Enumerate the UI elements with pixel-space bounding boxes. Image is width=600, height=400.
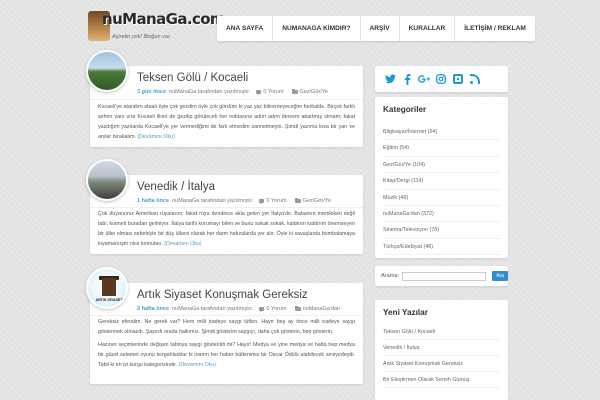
post-comments[interactable]: 0 Yorum bbox=[263, 89, 283, 95]
post-time: 2 hafta önce bbox=[137, 306, 170, 312]
folder-icon bbox=[294, 306, 301, 311]
category-item[interactable]: Eğitim (54) bbox=[383, 140, 501, 157]
category-item[interactable]: Bilgisayar/İnternet (64) bbox=[383, 124, 501, 141]
post-author: nuManaGa tarafından yazılmıştır. bbox=[169, 89, 251, 95]
category-item[interactable]: Gez/Gör/Ye (104) bbox=[383, 157, 501, 174]
post-meta: 1 hafta önce nuManaGa tarafından yazılmı… bbox=[137, 198, 331, 204]
category-item[interactable]: Sinema/Televizyon (78) bbox=[383, 222, 501, 239]
thumb-caption: ARTIK SİYASET bbox=[95, 298, 123, 302]
nav-home[interactable]: ANA SAYFA bbox=[217, 16, 274, 41]
divider bbox=[90, 207, 363, 208]
nav-contact[interactable]: İLETİŞİM / REKLAM bbox=[455, 16, 535, 41]
post-author: nuManaGa tarafından yazılmıştır. bbox=[172, 306, 254, 312]
site-header: nuManaGa.com Aşiretin yok! Bloğun var. A… bbox=[0, 0, 600, 55]
read-more-link[interactable]: (Devamını Oku) bbox=[137, 134, 174, 140]
post-card: ARTIK SİYASET Artık Siyaset Konuşmak Ger… bbox=[86, 267, 363, 384]
post-card: Teksen Gölü / Kocaeli 3 gün önce nuManaG… bbox=[86, 50, 363, 147]
read-more-link[interactable]: (Devamını Oku) bbox=[164, 241, 201, 247]
comment-icon bbox=[259, 307, 265, 312]
box-icon[interactable] bbox=[452, 73, 464, 85]
main-nav: ANA SAYFA NUMANAGA KİMDIR? ARŞİV KURALLA… bbox=[217, 16, 535, 41]
google-plus-icon[interactable] bbox=[418, 73, 430, 85]
divider bbox=[90, 99, 363, 100]
search-input[interactable] bbox=[402, 271, 487, 281]
post-excerpt: Çok duyarsınız Amerikan rüyalarını; faka… bbox=[98, 209, 355, 249]
post-thumbnail[interactable]: ARTIK SİYASET bbox=[86, 267, 128, 309]
post-title[interactable]: Venedik / İtalya bbox=[137, 181, 215, 193]
post-author: nuManaGa tarafından yazılmıştır. bbox=[172, 198, 254, 204]
logo-tagline: Aşiretin yok! Bloğun var. bbox=[112, 34, 172, 40]
box-icon-shape bbox=[453, 74, 463, 84]
nav-about[interactable]: NUMANAGA KİMDIR? bbox=[273, 16, 361, 41]
recent-posts-title: Yeni Yazılar bbox=[383, 308, 428, 317]
recent-post-item[interactable]: Bir Eleştirmen Olarak Semih Gümüş bbox=[383, 372, 501, 388]
post-excerpt: Gereksiz efendim. Ne gerek var? Hem mill… bbox=[98, 317, 355, 373]
categories-widget: Kategoriler Bilgisayar/İnternet (64) Eği… bbox=[375, 97, 508, 258]
post-meta: 2 hafta önce nuManaGa tarafından yazılmı… bbox=[137, 306, 340, 312]
social-widget bbox=[375, 66, 508, 92]
post-title[interactable]: Artık Siyaset Konuşmak Gereksiz bbox=[137, 289, 308, 301]
post-excerpt-text: Çok duyarsınız Amerikan rüyalarını; faka… bbox=[98, 211, 355, 247]
search-button[interactable]: Ara bbox=[492, 271, 508, 281]
post-excerpt-text: Hazıran seçimlerinde değişen tabloya say… bbox=[98, 342, 355, 368]
post-thumbnail[interactable] bbox=[86, 159, 128, 201]
instagram-icon[interactable] bbox=[435, 73, 447, 85]
facebook-icon[interactable] bbox=[401, 73, 413, 85]
post-excerpt: Kocaeli'ye atandım ataalı öyle çok gezdi… bbox=[98, 102, 355, 142]
folder-icon bbox=[291, 89, 298, 94]
lectern-icon bbox=[102, 278, 116, 296]
search-widget: Arama: Ara bbox=[375, 266, 508, 286]
post-time: 1 hafta önce bbox=[137, 198, 170, 204]
recent-posts-list: Teksen Gölü / Kocaeli Venedik / İtalya A… bbox=[383, 324, 501, 388]
post-category[interactable]: Gez/Gör/Ye bbox=[303, 198, 332, 204]
post-thumbnail[interactable] bbox=[86, 50, 128, 92]
recent-post-item[interactable]: Artık Siyaset Konuşmak Gereksiz bbox=[383, 356, 501, 372]
logo-title: nuManaGa.com bbox=[102, 10, 226, 28]
post-comments[interactable]: 0 Yorum bbox=[266, 306, 286, 312]
nav-rules[interactable]: KURALLAR bbox=[399, 16, 456, 41]
post-excerpt-paragraph: Hazıran seçimlerinde değişen tabloya say… bbox=[98, 340, 355, 370]
folder-icon bbox=[294, 198, 301, 203]
read-more-link[interactable]: (Devamını Oku) bbox=[179, 362, 216, 368]
search-label: Arama: bbox=[381, 273, 400, 279]
category-item[interactable]: nuManaGa'dan (372) bbox=[383, 206, 501, 223]
category-item[interactable]: Müzik (49) bbox=[383, 190, 501, 206]
comment-icon bbox=[259, 199, 265, 204]
post-title[interactable]: Teksen Gölü / Kocaeli bbox=[137, 72, 248, 84]
rss-icon-shape bbox=[470, 74, 480, 84]
post-meta: 3 gün önce nuManaGa tarafından yazılmışt… bbox=[137, 89, 328, 95]
divider bbox=[90, 315, 363, 316]
category-item[interactable]: Türkçe/Edebiyat (46) bbox=[383, 239, 501, 256]
post-time: 3 gün önce bbox=[137, 89, 167, 95]
post-category[interactable]: Gez/Gör/Ye bbox=[300, 89, 329, 95]
recent-posts-widget: Yeni Yazılar Teksen Gölü / Kocaeli Vened… bbox=[375, 300, 508, 400]
category-item[interactable]: Kitap/Dergi (114) bbox=[383, 173, 501, 190]
categories-title: Kategoriler bbox=[383, 105, 427, 114]
post-comments[interactable]: 0 Yorum bbox=[266, 198, 286, 204]
post-card: Venedik / İtalya 1 hafta önce nuManaGa t… bbox=[86, 159, 363, 254]
rss-icon[interactable] bbox=[469, 73, 481, 85]
post-category[interactable]: nuManaGa'dan bbox=[303, 306, 340, 312]
nav-archive[interactable]: ARŞİV bbox=[360, 16, 400, 41]
category-list: Bilgisayar/İnternet (64) Eğitim (54) Gez… bbox=[383, 124, 501, 256]
comment-icon bbox=[256, 90, 262, 95]
site-logo[interactable]: nuManaGa.com Aşiretin yok! Bloğun var. bbox=[88, 9, 226, 47]
twitter-icon[interactable] bbox=[384, 73, 396, 85]
post-excerpt-paragraph: Gereksiz efendim. Ne gerek var? Hem mill… bbox=[98, 319, 355, 335]
recent-post-item[interactable]: Teksen Gölü / Kocaeli bbox=[383, 324, 501, 340]
recent-post-item[interactable]: Venedik / İtalya bbox=[383, 340, 501, 356]
